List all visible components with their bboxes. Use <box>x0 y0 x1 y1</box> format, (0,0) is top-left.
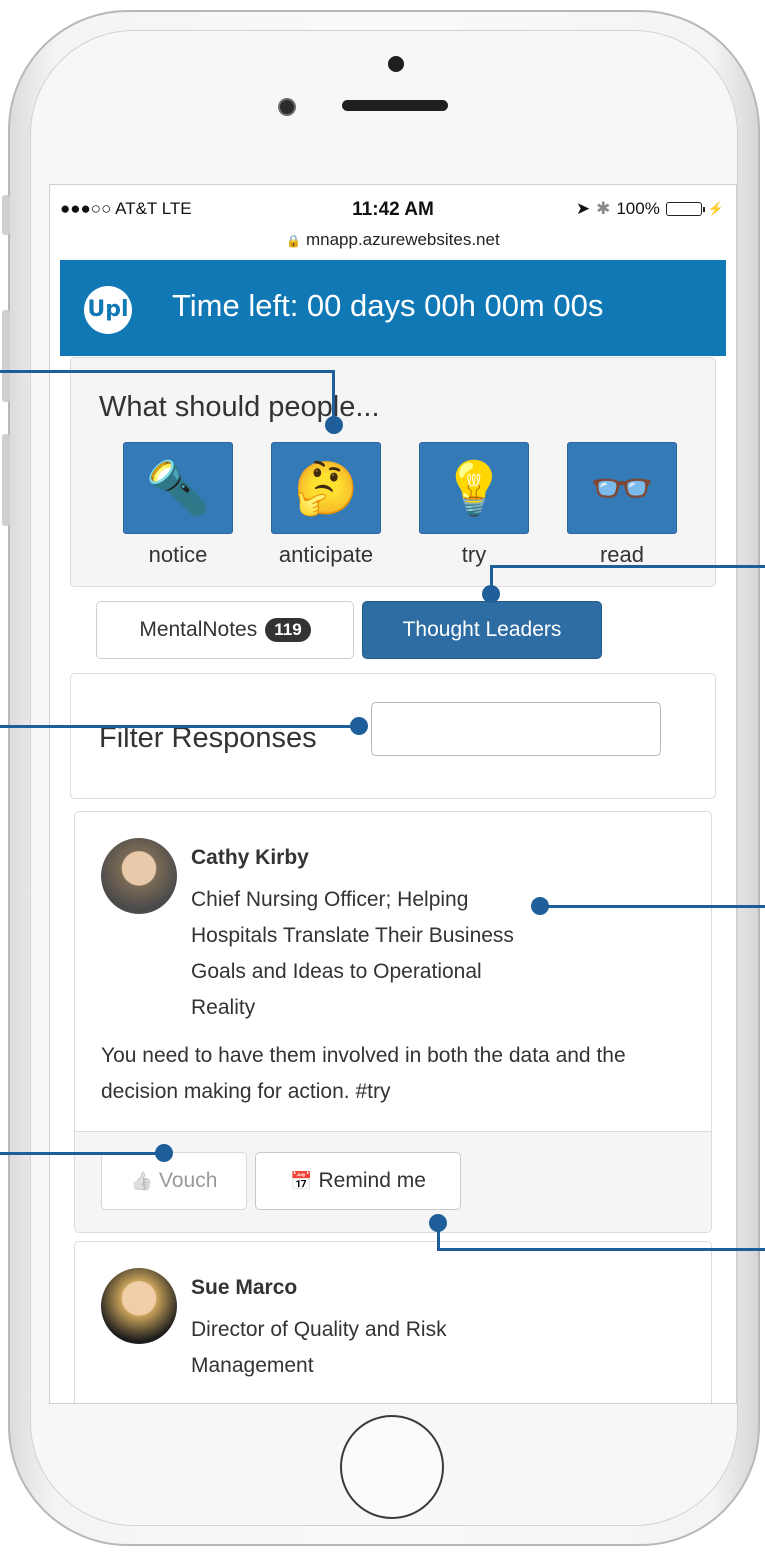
category-notice[interactable]: 🔦 notice <box>123 442 233 568</box>
proximity-sensor <box>388 56 404 72</box>
tab-label: Thought Leaders <box>402 618 562 641</box>
battery-percent: 100% <box>616 199 660 218</box>
callout-dot <box>155 1144 173 1162</box>
bluetooth-icon: ✱ <box>596 199 611 218</box>
status-bar: ●●●○○ AT&T LTE 11:42 AM ➤ ✱ 100% ⚡ <box>50 185 736 220</box>
author-title: Director of Quality and Risk Management <box>191 1318 447 1377</box>
front-camera <box>278 98 296 116</box>
url-bar[interactable]: 🔒 mnapp.azurewebsites.net <box>50 230 736 250</box>
volume-up-button <box>2 310 10 402</box>
url-text: mnapp.azurewebsites.net <box>305 230 500 249</box>
question-panel: What should people... 🔦 notice 🤔 anticip… <box>70 357 716 587</box>
callout-dot <box>482 585 500 603</box>
calendar-icon: 📅 <box>290 1170 313 1191</box>
tab-thought-leaders[interactable]: Thought Leaders <box>362 601 602 659</box>
home-button[interactable] <box>340 1415 444 1519</box>
status-right: ➤ ✱ 100% ⚡ <box>576 199 724 219</box>
count-badge: 119 <box>265 618 311 642</box>
tab-label: MentalNotes <box>139 618 258 641</box>
callout-dot <box>325 416 343 434</box>
author-name: Sue Marco <box>191 1276 298 1299</box>
glasses-icon[interactable]: 👓 <box>567 442 677 534</box>
callout-dot <box>429 1214 447 1232</box>
callout-dot <box>531 897 549 915</box>
remind-label: Remind me <box>318 1169 426 1192</box>
response-text: You need to have them involved in both t… <box>101 1044 626 1103</box>
upl-logo[interactable]: Upl <box>84 286 132 334</box>
category-try[interactable]: 💡 try <box>419 442 529 568</box>
lightbulb-icon[interactable]: 💡 <box>419 442 529 534</box>
callout-line <box>0 370 334 373</box>
thinking-face-icon[interactable]: 🤔 <box>271 442 381 534</box>
tab-mentalnotes[interactable]: MentalNotes 119 <box>96 601 354 659</box>
category-label: anticipate <box>278 542 374 567</box>
callout-line <box>540 905 765 908</box>
app-header: Upl Time left: 00 days 00h 00m 00s <box>60 260 726 356</box>
vouch-label: Vouch <box>159 1169 218 1192</box>
charging-icon: ⚡ <box>707 201 724 216</box>
category-read[interactable]: 👓 read <box>567 442 677 568</box>
response-card: Cathy Kirby Chief Nursing Officer; Helpi… <box>74 811 712 1233</box>
remind-me-button[interactable]: 📅 Remind me <box>255 1152 461 1210</box>
callout-dot <box>350 717 368 735</box>
filter-input[interactable] <box>371 702 661 756</box>
callout-line <box>490 565 765 568</box>
avatar <box>101 1268 177 1344</box>
earpiece-speaker <box>342 100 448 111</box>
callout-line <box>437 1248 765 1251</box>
vouch-button[interactable]: 👍 Vouch <box>101 1152 247 1210</box>
thumbs-up-icon: 👍 <box>130 1170 154 1191</box>
filter-panel: Filter Responses <box>70 673 716 799</box>
author-name: Cathy Kirby <box>191 846 309 869</box>
phone-screen: ●●●○○ AT&T LTE 11:42 AM ➤ ✱ 100% ⚡ 🔒 mna… <box>50 185 736 1403</box>
author-title: Chief Nursing Officer; Helping Hospitals… <box>191 888 514 1019</box>
mute-switch <box>2 195 10 235</box>
category-anticipate[interactable]: 🤔 anticipate <box>271 442 381 568</box>
callout-line <box>0 1152 170 1155</box>
flashlight-icon[interactable]: 🔦 <box>123 442 233 534</box>
volume-down-button <box>2 434 10 526</box>
battery-icon <box>665 202 705 216</box>
avatar <box>101 838 177 914</box>
location-icon: ➤ <box>575 199 591 218</box>
category-label: notice <box>148 542 208 567</box>
callout-line <box>0 725 362 728</box>
lock-icon: 🔒 <box>286 234 302 248</box>
countdown-timer: Time left: 00 days 00h 00m 00s <box>172 288 604 323</box>
response-card: Sue Marco Director of Quality and Risk M… <box>74 1241 712 1403</box>
